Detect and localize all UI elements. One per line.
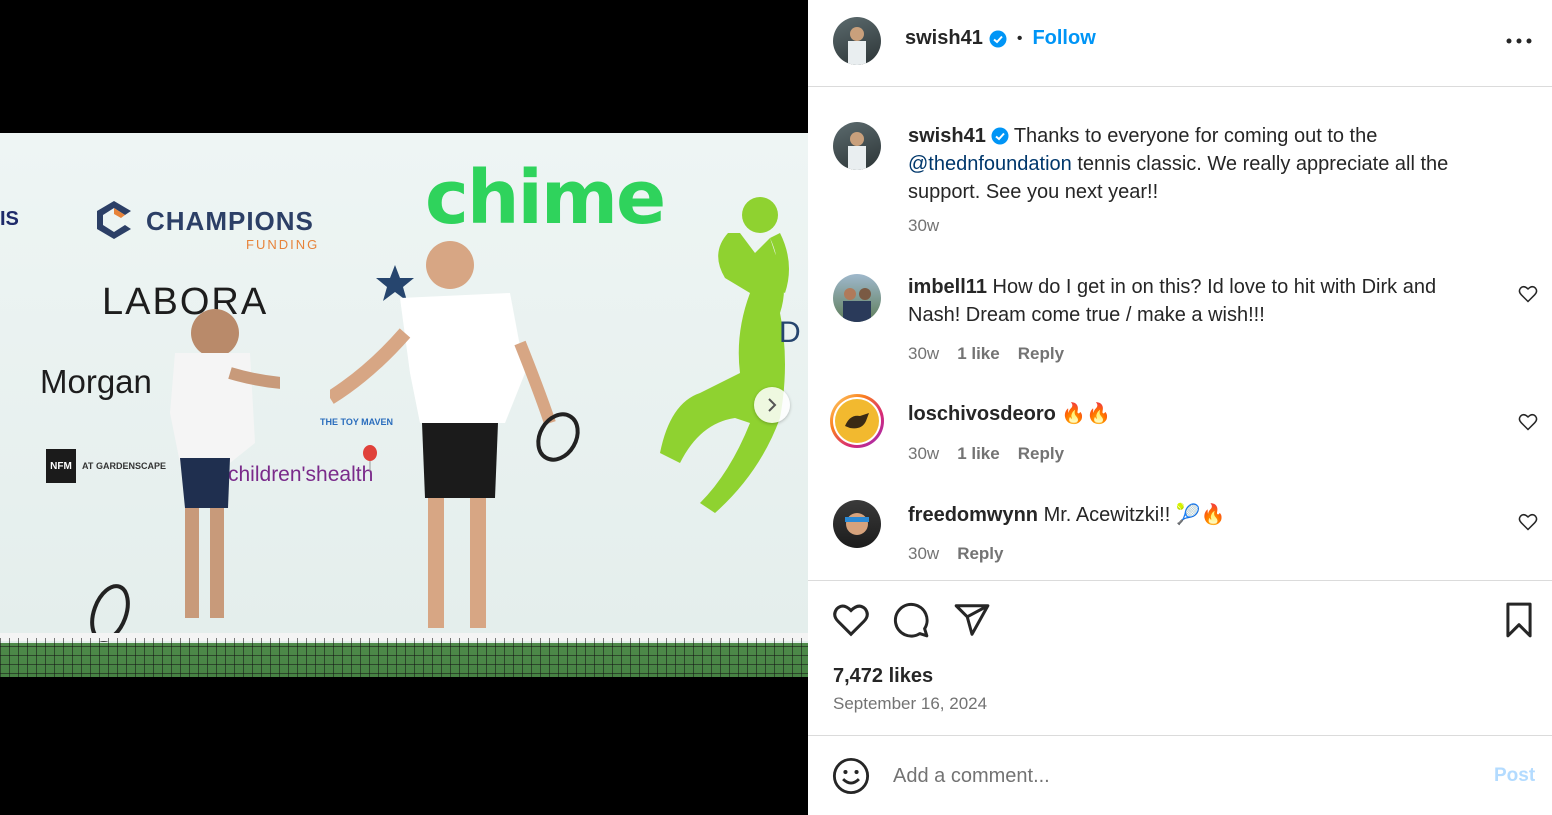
comment-avatar-story[interactable] [830,394,884,448]
sponsor-cutoff-letter: D [779,316,801,349]
reply-button[interactable]: Reply [1018,444,1064,464]
carousel-next-button[interactable] [754,387,790,423]
comment-2: loschivosdeoro 🔥🔥 [908,400,1478,428]
comment-3: freedomwynn Mr. Acewitzki!! 🎾🔥 [908,501,1478,529]
author-username[interactable]: swish41 [905,27,983,50]
player-right [330,241,580,628]
post-side-panel: swish41 • Follow swish41 Thanks to everyo… [808,0,1552,815]
media-viewer: IS CHAMPIONS FUNDING LABORA Morgan NFM A… [0,0,808,815]
comment-like-heart-icon[interactable] [1518,412,1538,432]
comment-likes[interactable]: 1 like [957,344,1000,364]
comment-input[interactable] [893,757,1453,795]
post-actions: 7,472 likes September 16, 2024 [808,580,1552,736]
post-comment-button[interactable]: Post [1494,765,1535,787]
comment-like-heart-icon[interactable] [1518,512,1538,532]
caption-text-before: Thanks to everyone for coming out to the [1013,125,1378,147]
comment-avatar[interactable] [833,274,881,322]
sponsor-funding: FUNDING [246,237,320,252]
comment-time: 30w [908,344,940,363]
comment-1: imbell11 How do I get in on this? Id lov… [908,273,1478,329]
author-avatar[interactable] [833,17,881,65]
comment-2-meta: 30w 1 like Reply [908,444,1064,464]
post-date: September 16, 2024 [833,694,988,713]
header-separator: • [1016,29,1023,47]
sponsor-cutoff-logo: IS [0,208,19,230]
sponsor-champions: CHAMPIONS [146,206,314,236]
comments-section: swish41 Thanks to everyone for coming out… [808,88,1552,580]
verified-badge-icon [991,127,1009,145]
comment-text: 🔥🔥 [1061,403,1112,425]
more-icon[interactable] [1504,28,1534,54]
follow-button[interactable]: Follow [1032,27,1095,50]
emoji-icon[interactable] [832,757,870,795]
champions-logo-icon [97,201,131,239]
comment-1-meta: 30w 1 like Reply [908,344,1064,364]
comment-3-meta: 30w Reply [908,544,1003,564]
header-user-row: swish41 • Follow [905,27,1096,50]
caption: swish41 Thanks to everyone for coming out… [908,122,1478,206]
post-header: swish41 • Follow [808,0,1552,87]
sponsor-nfm: NFM [46,449,76,483]
post-photo: IS CHAMPIONS FUNDING LABORA Morgan NFM A… [0,133,808,677]
caption-meta: 30w [908,216,939,236]
caption-username[interactable]: swish41 [908,125,986,147]
comment-username[interactable]: imbell11 [908,276,987,298]
share-icon[interactable] [953,601,991,639]
reply-button[interactable]: Reply [1018,344,1064,364]
comment-likes[interactable]: 1 like [957,444,1000,464]
comment-avatar[interactable] [833,500,881,548]
comment-time: 30w [908,444,940,463]
reply-button[interactable]: Reply [957,544,1003,564]
comment-text: Mr. Acewitzki!! 🎾🔥 [1043,504,1226,526]
tennis-net [0,638,808,677]
heart-icon[interactable] [832,601,870,639]
comment-like-heart-icon[interactable] [1518,284,1538,304]
comment-time: 30w [908,544,940,563]
comment-text: How do I get in on this? Id love to hit … [908,276,1437,326]
caption-time: 30w [908,216,940,235]
bookmark-icon[interactable] [1500,601,1538,639]
caption-mention[interactable]: @thednfoundation [908,153,1072,175]
caption-avatar[interactable] [833,122,881,170]
comment-username[interactable]: freedomwynn [908,504,1038,526]
instagram-post-view: IS CHAMPIONS FUNDING LABORA Morgan NFM A… [0,0,1552,815]
player-left [90,309,280,642]
like-count[interactable]: 7,472 likes [833,665,933,688]
comment-composer: Post [808,737,1552,815]
comment-username[interactable]: loschivosdeoro [908,403,1056,425]
player-silhouette-icon [660,197,789,513]
chevron-right-icon [768,398,777,412]
comment-icon[interactable] [892,601,930,639]
verified-badge-icon [989,30,1007,47]
